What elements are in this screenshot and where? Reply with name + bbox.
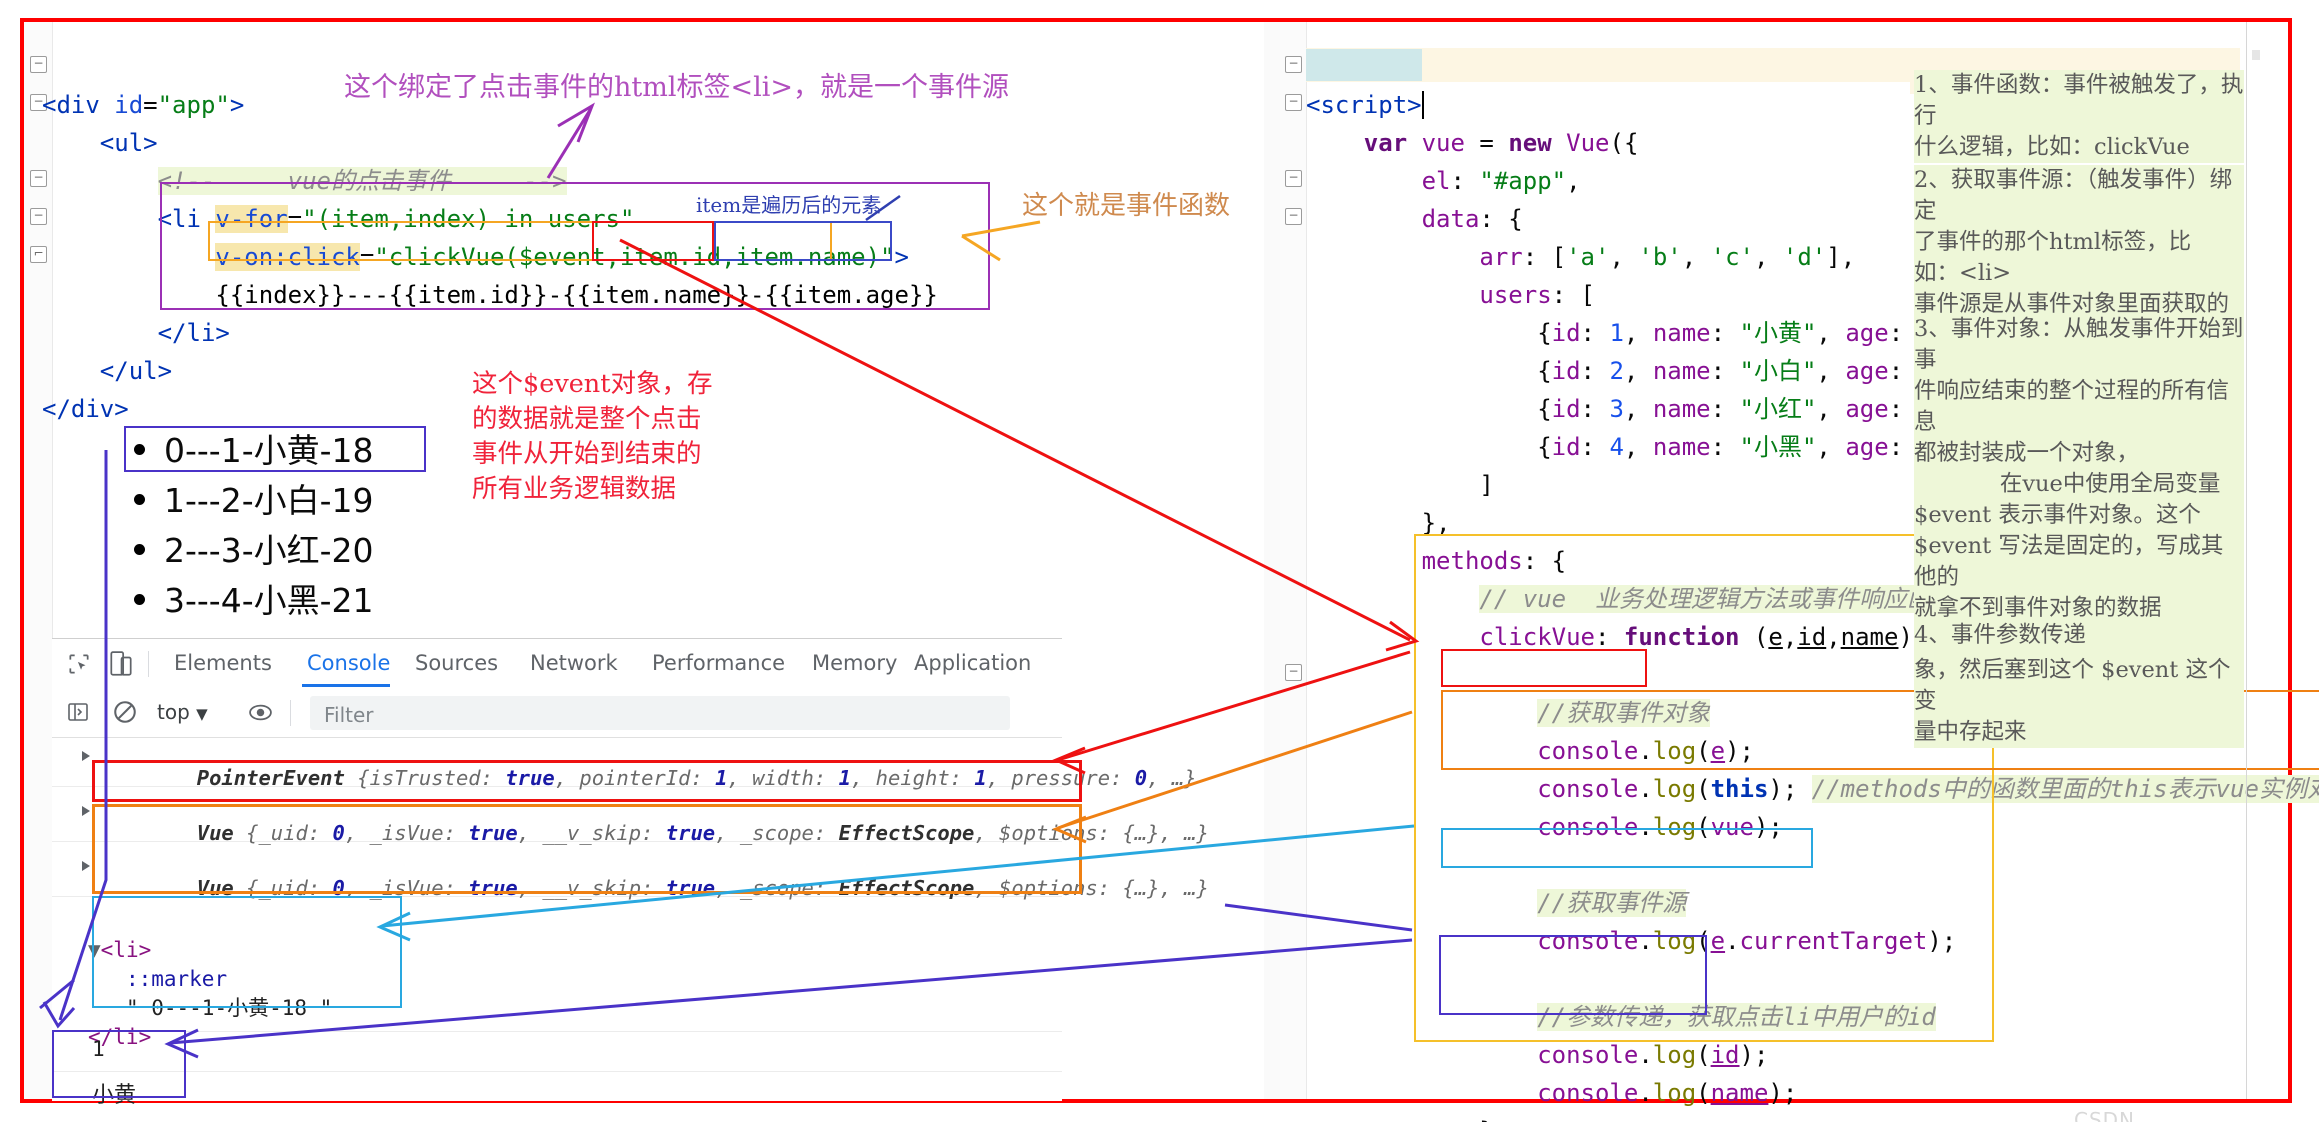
highlight-box-console-log-e [1441, 649, 1647, 687]
highlight-box-value-logs [52, 1030, 186, 1098]
devtools-tab-bar: Elements Console Sources Network Perform… [52, 639, 1062, 690]
expand-arrow-icon[interactable] [82, 861, 90, 871]
highlight-box-pointerevent-log [92, 760, 1082, 802]
annotation-event-source: 这个绑定了点击事件的html标签<li>，就是一个事件源 [344, 72, 1009, 103]
log-separator [52, 1031, 1062, 1032]
scrollbar-mark [2252, 50, 2260, 60]
editor-scroll-column[interactable] [1264, 22, 1280, 1099]
sidebar-toggle-icon[interactable] [66, 700, 90, 724]
log-separator [52, 1071, 1062, 1072]
tab-elements[interactable]: Elements [174, 651, 272, 675]
list-item[interactable]: 3---4-小黑-21 [164, 574, 374, 622]
fold-marker[interactable]: − [1285, 664, 1302, 681]
clear-console-icon[interactable] [112, 699, 138, 725]
right-note-1: 1、事件函数：事件被触发了，执行 什么逻辑，比如：clickVue [1914, 70, 2244, 163]
watermark: CSDN @JH&&HANDSOME [2074, 1108, 2136, 1122]
notes-divider [2246, 22, 2247, 1099]
highlight-box-item-args [714, 221, 892, 261]
list-bullet [134, 594, 145, 605]
list-bullet [134, 494, 145, 505]
toolbar-divider [148, 651, 149, 677]
highlight-box-first-list-item [124, 426, 426, 472]
expand-arrow-icon[interactable] [82, 806, 90, 816]
highlight-box-console-log-params [1439, 935, 1707, 1015]
inspect-icon[interactable] [66, 651, 92, 677]
right-note-3: 3、事件对象：从触发事件开始到事 件响应结束的整个过程的所有信息 都被封装成一个… [1914, 314, 2244, 748]
tab-sources[interactable]: Sources [415, 651, 498, 675]
tab-application[interactable]: Application [914, 651, 1031, 675]
highlight-box-vue-logs [92, 804, 1082, 894]
console-toolbar: top ▼ Filter [52, 689, 1062, 738]
list-bullet [134, 544, 145, 555]
tab-memory[interactable]: Memory [812, 651, 897, 675]
annotation-item-note: item是遍历后的元素 [696, 193, 882, 217]
live-expression-icon[interactable] [248, 700, 273, 725]
filter-input[interactable] [310, 696, 1010, 730]
context-selector[interactable]: top ▼ [157, 700, 208, 724]
filter-placeholder: Filter [324, 703, 374, 727]
highlight-box-console-log-currenttarget [1441, 828, 1813, 868]
fold-marker[interactable]: − [1285, 94, 1302, 111]
toolbar-divider [290, 700, 291, 726]
screenshot-root: − − − − ⌐ <div id="app"> <ul> <!-- vue的点… [0, 0, 2319, 1122]
fold-marker[interactable]: − [1285, 208, 1302, 225]
list-item[interactable]: 2---3-小红-20 [164, 524, 374, 572]
fold-marker[interactable]: − [1285, 56, 1302, 73]
tab-performance[interactable]: Performance [652, 651, 785, 675]
tab-console[interactable]: Console [307, 651, 390, 675]
context-selector-label: top [157, 700, 190, 724]
expand-arrow-icon[interactable] [82, 751, 90, 761]
tab-active-underline [302, 684, 390, 687]
tab-network[interactable]: Network [530, 651, 618, 675]
ide-window-frame: − − − − ⌐ <div id="app"> <ul> <!-- vue的点… [20, 18, 2319, 1122]
highlight-box-dom-node-log [92, 896, 402, 1008]
annotation-event-object: 这个$event对象，存 的数据就是整个点击 事件从开始到结束的 所有业务逻辑数… [472, 369, 713, 504]
right-note-2: 2、获取事件源：（触发事件）绑定 了事件的那个html标签，比 如：<li> 事… [1914, 165, 2244, 320]
list-item[interactable]: 1---2-小白-19 [164, 474, 374, 522]
chevron-down-icon: ▼ [196, 705, 208, 723]
highlight-box-event-arg [592, 221, 714, 261]
fold-marker[interactable]: − [1285, 170, 1302, 187]
device-toolbar-icon[interactable] [108, 650, 134, 678]
annotation-event-function: 这个就是事件函数 [1022, 191, 1231, 221]
right-note-4: 4、事件参数传递 [1914, 620, 2244, 651]
